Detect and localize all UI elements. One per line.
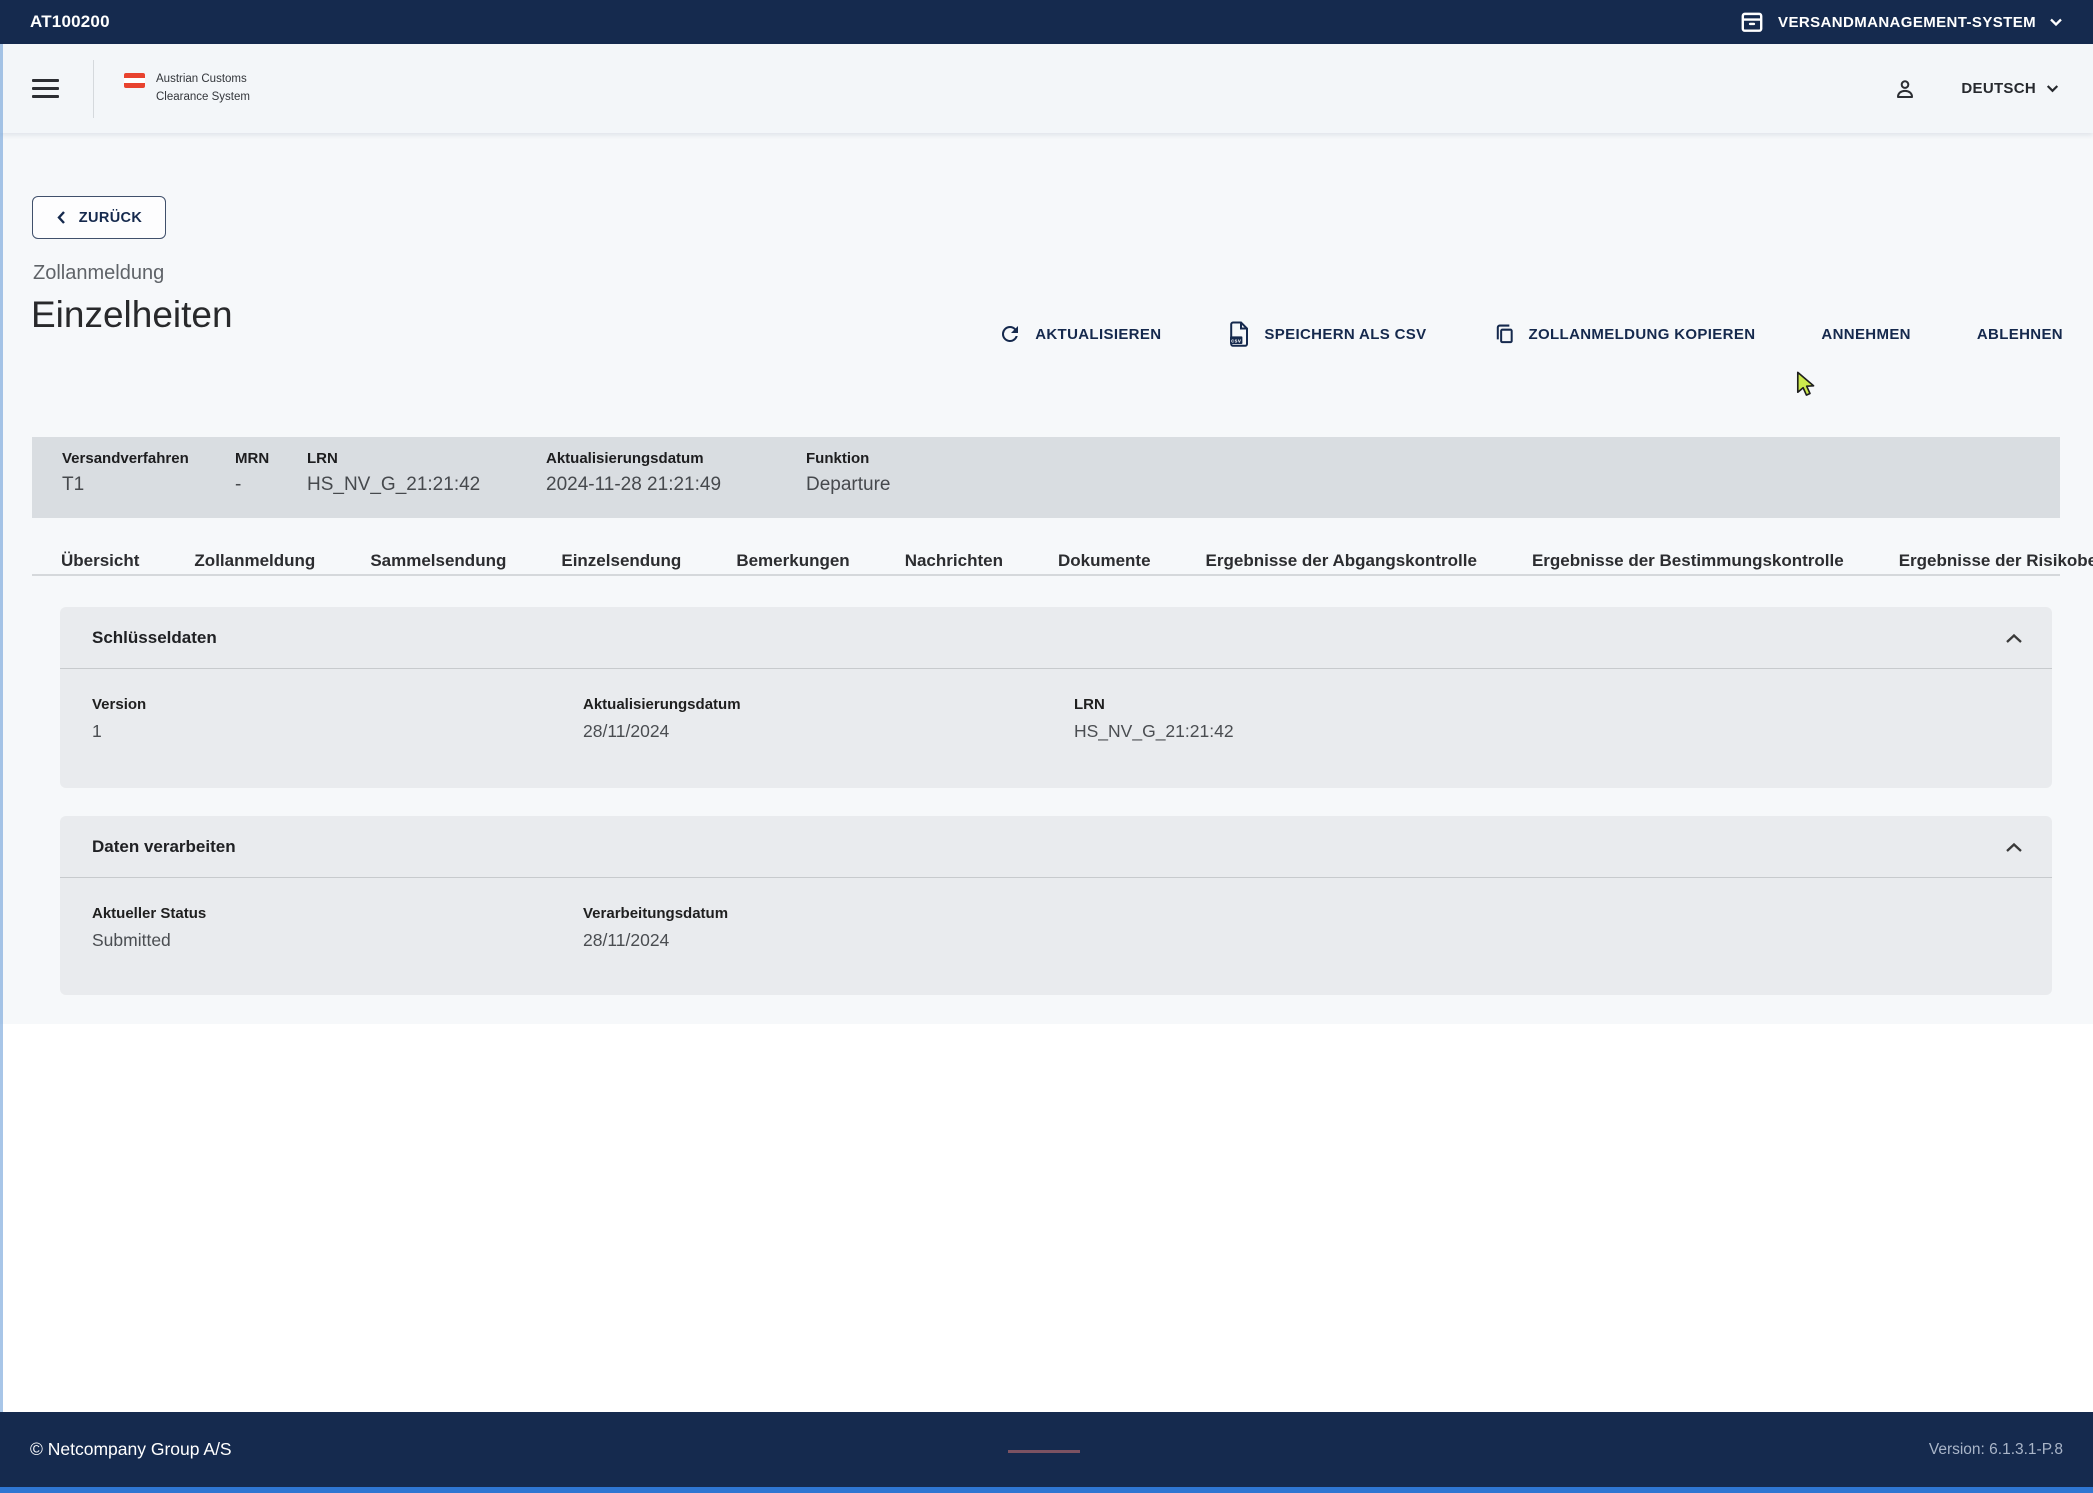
page-title: Einzelheiten bbox=[31, 294, 233, 336]
back-button[interactable]: ZURÜCK bbox=[32, 196, 166, 239]
mouse-cursor bbox=[1796, 371, 1816, 397]
footer-version: Version: 6.1.3.1-P.8 bbox=[1929, 1441, 2063, 1459]
window-edge bbox=[0, 44, 3, 1412]
window-bottom-edge bbox=[0, 1487, 2093, 1493]
language-selector[interactable]: DEUTSCH bbox=[1961, 80, 2059, 97]
summary-field-mrn: MRN - bbox=[235, 450, 307, 518]
section-schluesseldaten-header[interactable]: Schlüsseldaten bbox=[60, 607, 2052, 669]
footer-accent-line bbox=[1008, 1450, 1080, 1453]
section-schluesseldaten: Schlüsseldaten Version 1 Aktualisierungs… bbox=[60, 607, 2052, 788]
app-logo-text: Austrian Customs Clearance System bbox=[156, 71, 250, 107]
back-button-label: ZURÜCK bbox=[79, 210, 143, 226]
aktualisieren-button[interactable]: AKTUALISIEREN bbox=[998, 322, 1161, 346]
chevron-up-icon[interactable] bbox=[2004, 840, 2024, 854]
refresh-icon bbox=[998, 322, 1022, 346]
summary-field-versandverfahren: Versandverfahren T1 bbox=[62, 450, 235, 518]
app-header: Austrian Customs Clearance System DEUTSC… bbox=[0, 44, 2093, 133]
tab-ergebnisse-risikobewertung[interactable]: Ergebnisse der Risikobewertung bbox=[1899, 547, 2093, 574]
section-daten-verarbeiten: Daten verarbeiten Aktueller Status Submi… bbox=[60, 816, 2052, 995]
top-bar: AT100200 VERSANDMANAGEMENT-SYSTEM bbox=[0, 0, 2093, 44]
tab-divider bbox=[32, 574, 2060, 576]
copy-icon bbox=[1493, 322, 1516, 346]
field-aktueller-status: Aktueller Status Submitted bbox=[92, 905, 583, 951]
tab-uebersicht[interactable]: Übersicht bbox=[61, 547, 139, 574]
summary-field-lrn: LRN HS_NV_G_21:21:42 bbox=[307, 450, 546, 518]
austrian-flag-icon bbox=[124, 73, 145, 88]
annehmen-label: ANNEHMEN bbox=[1821, 326, 1910, 343]
declaration-summary-bar: Versandverfahren T1 MRN - LRN HS_NV_G_21… bbox=[32, 437, 2060, 518]
speichern-als-csv-button[interactable]: csv SPEICHERN ALS CSV bbox=[1227, 320, 1426, 348]
action-toolbar: AKTUALISIEREN csv SPEICHERN ALS CSV ZOL bbox=[998, 316, 2063, 352]
csv-file-icon: csv bbox=[1227, 320, 1251, 348]
chevron-down-icon bbox=[2049, 17, 2063, 27]
system-selector-label: VERSANDMANAGEMENT-SYSTEM bbox=[1778, 14, 2036, 31]
language-selector-label: DEUTSCH bbox=[1961, 80, 2036, 97]
aktualisieren-label: AKTUALISIEREN bbox=[1035, 326, 1161, 343]
ablehnen-label: ABLEHNEN bbox=[1977, 326, 2063, 343]
ablehnen-button[interactable]: ABLEHNEN bbox=[1977, 326, 2063, 343]
field-lrn: LRN HS_NV_G_21:21:42 bbox=[1074, 696, 1234, 742]
speichern-als-csv-label: SPEICHERN ALS CSV bbox=[1264, 326, 1426, 343]
section-daten-verarbeiten-header[interactable]: Daten verarbeiten bbox=[60, 816, 2052, 878]
tab-nachrichten[interactable]: Nachrichten bbox=[905, 547, 1003, 574]
summary-field-aktualisierungsdatum: Aktualisierungsdatum 2024-11-28 21:21:49 bbox=[546, 450, 806, 518]
tab-sammelsendung[interactable]: Sammelsendung bbox=[370, 547, 506, 574]
field-aktualisierungsdatum: Aktualisierungsdatum 28/11/2024 bbox=[583, 696, 1074, 742]
tab-zollanmeldung[interactable]: Zollanmeldung bbox=[194, 547, 315, 574]
footer-copyright: © Netcompany Group A/S bbox=[30, 1439, 232, 1460]
archive-box-icon bbox=[1739, 9, 1765, 35]
tab-ergebnisse-bestimmungskontrolle[interactable]: Ergebnisse der Bestimmungskontrolle bbox=[1532, 547, 1844, 574]
zollanmeldung-kopieren-button[interactable]: ZOLLANMELDUNG KOPIEREN bbox=[1493, 322, 1756, 346]
zollanmeldung-kopieren-label: ZOLLANMELDUNG KOPIEREN bbox=[1529, 326, 1756, 343]
person-icon[interactable] bbox=[1893, 77, 1917, 101]
header-divider bbox=[93, 60, 94, 118]
detail-tab-bar: Übersicht Zollanmeldung Sammelsendung Ei… bbox=[61, 547, 2093, 574]
hamburger-menu-icon[interactable] bbox=[32, 79, 59, 98]
app-window: AT100200 VERSANDMANAGEMENT-SYSTEM bbox=[0, 0, 2093, 1493]
app-logo: Austrian Customs Clearance System bbox=[124, 71, 250, 107]
tab-bemerkungen[interactable]: Bemerkungen bbox=[736, 547, 849, 574]
page-eyebrow: Zollanmeldung bbox=[33, 262, 164, 285]
tab-einzelsendung[interactable]: Einzelsendung bbox=[561, 547, 681, 574]
annehmen-button[interactable]: ANNEHMEN bbox=[1821, 326, 1910, 343]
chevron-up-icon[interactable] bbox=[2004, 631, 2024, 645]
environment-code: AT100200 bbox=[30, 12, 110, 32]
field-version: Version 1 bbox=[92, 696, 583, 742]
system-selector[interactable]: VERSANDMANAGEMENT-SYSTEM bbox=[1739, 9, 2063, 35]
summary-field-funktion: Funktion Departure bbox=[806, 450, 891, 518]
section-title: Schlüsseldaten bbox=[92, 628, 217, 648]
svg-text:csv: csv bbox=[1232, 338, 1242, 344]
tab-ergebnisse-abgangskontrolle[interactable]: Ergebnisse der Abgangskontrolle bbox=[1206, 547, 1477, 574]
chevron-left-icon bbox=[56, 210, 66, 225]
chevron-down-icon bbox=[2046, 84, 2059, 93]
section-title: Daten verarbeiten bbox=[92, 837, 236, 857]
tab-dokumente[interactable]: Dokumente bbox=[1058, 547, 1151, 574]
field-verarbeitungsdatum: Verarbeitungsdatum 28/11/2024 bbox=[583, 905, 728, 951]
